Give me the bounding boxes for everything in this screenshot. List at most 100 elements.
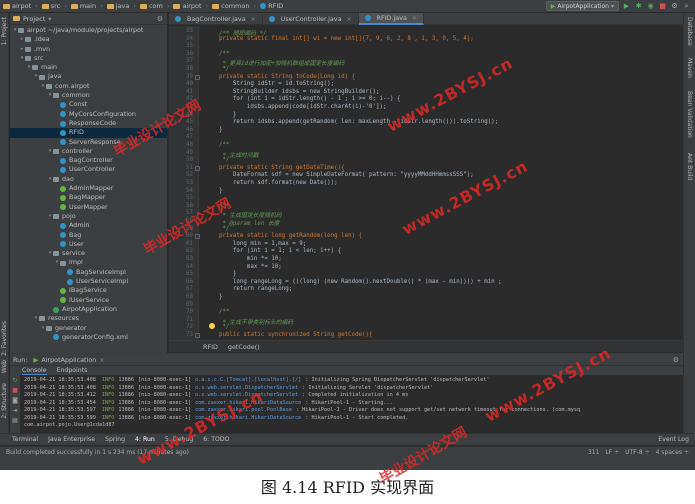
tree-item[interactable]: AirpotApplication (10, 305, 167, 314)
breadcrumb-method[interactable]: getCode() (228, 343, 260, 351)
fold-icon[interactable] (195, 74, 200, 80)
status-item[interactable]: 311 (588, 449, 599, 456)
tree-item[interactable]: ▾ resources (10, 314, 167, 323)
tree-item[interactable]: RFID (10, 128, 167, 138)
breadcrumb-class[interactable]: RFID (203, 343, 218, 351)
trash-icon[interactable]: ▤ (10, 415, 20, 425)
close-icon[interactable]: × (251, 16, 256, 23)
tree-item[interactable]: ▾ java (10, 72, 167, 81)
tree-item[interactable]: ResponseCode (10, 119, 167, 128)
tree-item[interactable]: ▾ pojo (10, 212, 167, 221)
debug-icon[interactable]: ✱ (634, 2, 643, 11)
tree-item[interactable]: ▾ impl (10, 258, 167, 267)
tree-item[interactable]: IBagService (10, 286, 167, 295)
tree-item[interactable]: generatorConfig.xml (10, 333, 167, 342)
structure-tool-tab[interactable]: 2: Structure (1, 383, 8, 419)
project-tool-tab[interactable]: 1: Project (1, 17, 8, 45)
tree-item[interactable]: IUserService (10, 296, 167, 305)
bottom-tab[interactable]: Spring (105, 436, 125, 443)
tree-item[interactable]: BagServiceImpl (10, 268, 167, 277)
tree-item[interactable]: MyCorsConfiguration (10, 110, 167, 119)
tree-item[interactable]: ▾ controller (10, 147, 167, 156)
tree-item[interactable]: ▾ main (10, 63, 167, 72)
tab-console[interactable]: Console (22, 367, 47, 375)
run-icon[interactable]: ▶ (622, 2, 631, 11)
database-tool-tab[interactable]: Database (686, 17, 693, 46)
tree-item[interactable]: ▸ .idea (10, 35, 167, 44)
tree-item[interactable]: ▾ common (10, 91, 167, 100)
tree-item[interactable]: Const (10, 100, 167, 109)
fold-icon[interactable] (195, 234, 200, 240)
camera-icon[interactable]: ◙ (10, 395, 20, 405)
tree-item[interactable]: BagController (10, 156, 167, 165)
gear-icon[interactable]: ⚙ (157, 15, 163, 23)
editor-tab[interactable]: UserController.java × (263, 13, 359, 25)
nav-crumb[interactable]: airpot (3, 2, 31, 10)
status-item[interactable]: LF ÷ (605, 449, 619, 456)
tree-item[interactable]: ▾ service (10, 249, 167, 258)
run-config-select[interactable]: ▶ AirpotApplication ▾ (545, 1, 619, 11)
run-config-tab[interactable]: ▶ AirpotApplication × (33, 356, 104, 364)
nav-crumb[interactable]: › airpot (165, 2, 202, 10)
fold-icon[interactable] (195, 333, 200, 338)
project-panel-title[interactable]: Project (23, 15, 45, 23)
tree-item-label: controller (62, 146, 93, 155)
tree-item[interactable]: ▸ .mvn (10, 45, 167, 54)
tree-item[interactable]: AdminMapper (10, 184, 167, 193)
maven-tool-tab[interactable]: Maven (686, 58, 693, 78)
nav-crumb[interactable]: › common (204, 2, 250, 10)
event-log-button[interactable]: Event Log (658, 436, 689, 443)
tree-item-label: Admin (69, 221, 90, 230)
gear-icon[interactable]: ⚙ (673, 356, 679, 364)
close-icon[interactable]: × (99, 356, 104, 364)
tree-item[interactable]: ▾ generator (10, 324, 167, 333)
tree-item[interactable]: ServerResponse (10, 138, 167, 147)
stop-icon[interactable]: ■ (658, 2, 667, 11)
close-icon[interactable]: × (347, 16, 352, 23)
bottom-tab[interactable]: 5: Debug (165, 436, 193, 443)
web-tool-tab[interactable]: Web (1, 360, 8, 373)
tree-item[interactable]: User (10, 240, 167, 249)
coverage-icon[interactable]: ◉ (646, 2, 655, 11)
status-item[interactable]: 4 spaces ÷ (656, 449, 689, 456)
search-icon[interactable]: ⌕ (682, 2, 691, 11)
bottom-tab[interactable]: Java Enterprise (48, 436, 95, 443)
bottom-tab[interactable]: 4: Run (135, 436, 155, 443)
editor-tab[interactable]: RFID.java × (358, 13, 424, 25)
favorites-tool-tab[interactable]: 2: Favorites (1, 321, 8, 356)
code-editor[interactable]: 33 34 35 36 37 38 39 40 41 42 43 44 45 46 47 48 49 50 51 52… (169, 26, 683, 340)
ant-build-tool-tab[interactable]: Ant Build (686, 153, 693, 180)
class-icon (60, 157, 66, 164)
fold-icon[interactable] (195, 165, 200, 171)
lightbulb-icon[interactable] (209, 323, 215, 329)
tab-endpoints[interactable]: Endpoints (57, 367, 88, 374)
tree-item[interactable]: UserController (10, 165, 167, 174)
tree-item[interactable]: Bag (10, 231, 167, 240)
bottom-tab[interactable]: 6: TODO (203, 436, 229, 443)
nav-crumb[interactable]: › main (62, 2, 96, 10)
tree-item[interactable]: ▾ src (10, 54, 167, 63)
console-output[interactable]: 2019-04-21 18:35:53.408 INFO 13886 [nio-808… (24, 377, 679, 430)
nav-crumb[interactable]: › RFID (251, 2, 283, 10)
stop-icon[interactable]: ■ (10, 385, 20, 395)
bean-validation-tool-tab[interactable]: Bean Validation (686, 91, 693, 138)
pin-icon[interactable]: ⇥ (10, 405, 20, 415)
tree-item[interactable]: ▾ dao (10, 175, 167, 184)
nav-crumb[interactable]: › java (98, 2, 129, 10)
status-item[interactable]: UTF-8 ÷ (625, 449, 649, 456)
editor-tab[interactable]: BagController.java × (169, 13, 263, 25)
tree-item[interactable]: ▾ airpot ~/java/module/projects/airpot (10, 26, 167, 35)
settings-icon[interactable]: ⚙ (670, 2, 679, 11)
tree-item[interactable]: UserServiceImpl (10, 277, 167, 286)
tree-item[interactable]: BagMapper (10, 193, 167, 202)
nav-crumb[interactable]: › src (33, 2, 60, 10)
tree-item[interactable]: UserMapper (10, 203, 167, 212)
close-icon[interactable]: × (412, 15, 417, 22)
line-number: 68 (186, 294, 193, 300)
tree-item[interactable]: Admin (10, 221, 167, 230)
nav-crumb[interactable]: › com (131, 2, 163, 10)
code-line: return sdf.format(new Date()); (205, 180, 338, 186)
rerun-icon[interactable]: ↻ (10, 375, 20, 385)
tree-item[interactable]: ▾ com.airpot (10, 82, 167, 91)
bottom-tab[interactable]: Terminal (12, 436, 38, 443)
